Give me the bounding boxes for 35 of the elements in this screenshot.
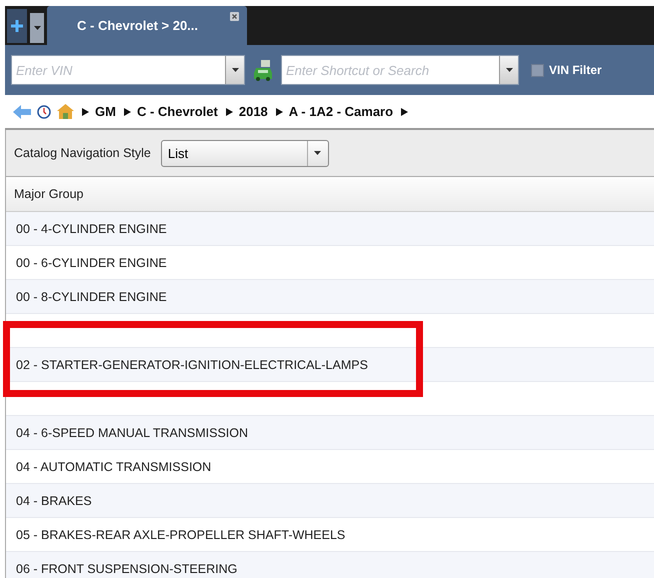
checkbox-label: VIN Filter [549, 63, 602, 77]
close-icon[interactable] [230, 12, 239, 21]
list-item[interactable]: 00 - 4-CYLINDER ENGINE [6, 212, 654, 246]
triangle-icon [124, 108, 131, 116]
tab-menu-button[interactable] [30, 13, 44, 43]
checkbox[interactable] [531, 64, 544, 76]
caret-icon [314, 151, 322, 155]
car-icon[interactable] [253, 59, 273, 81]
new-tab-button[interactable] [7, 9, 27, 43]
plus-icon [10, 19, 24, 33]
home-icon[interactable] [57, 104, 74, 119]
navigation-style-label: Catalog Navigation Style [14, 146, 151, 160]
dropdown-button[interactable] [499, 56, 518, 84]
caret-icon [232, 68, 238, 72]
clock-icon[interactable] [37, 104, 51, 118]
triangle-icon [82, 108, 89, 116]
caret-icon [34, 26, 40, 30]
list-item[interactable]: 06 - FRONT SUSPENSION-STEERING [6, 552, 654, 578]
caret-icon [506, 68, 512, 72]
column-header: Major Group [6, 177, 654, 212]
dropdown-button[interactable] [225, 56, 244, 84]
list-item[interactable]: 00 - 8-CYLINDER ENGINE [6, 280, 654, 314]
list-item[interactable]: 04 - 6-SPEED MANUAL TRANSMISSION [6, 416, 654, 450]
triangle-icon [226, 108, 233, 116]
breadcrumb-link[interactable]: 2018 [238, 104, 268, 119]
triangle-icon [276, 108, 283, 116]
breadcrumb-link[interactable]: C - Chevrolet [136, 104, 218, 119]
list-item[interactable]: 04 - BRAKES [6, 484, 654, 518]
breadcrumb-link[interactable]: GM [95, 104, 116, 119]
triangle-icon [401, 108, 408, 116]
vin-combo-box[interactable]: Enter VIN [11, 55, 245, 85]
breadcrumb-link[interactable]: A - 1A2 - Camaro [288, 104, 394, 119]
vin-field[interactable]: Enter VIN [12, 56, 225, 84]
tab[interactable]: C - Chevrolet > 20... [47, 6, 247, 45]
navigation-style-dropdown[interactable]: List [160, 140, 329, 166]
